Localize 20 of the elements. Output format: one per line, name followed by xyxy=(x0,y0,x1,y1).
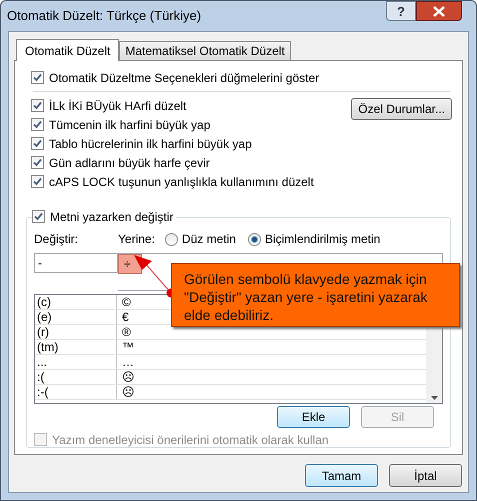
table-cell: (tm) xyxy=(35,340,117,354)
table-cell: (r) xyxy=(35,325,117,339)
table-cell: :( xyxy=(35,370,117,384)
field-value: - xyxy=(38,255,42,272)
callout-tooltip: Görülen sembolü klavyede yazmak için "Değiştir" yazan yere - işaretini yazarak elde edebiliriz. xyxy=(171,263,460,327)
symbol-highlight: ÷ xyxy=(118,254,142,274)
table-cell-text: … xyxy=(121,355,134,369)
table-cell: (e) xyxy=(35,310,117,324)
table-cell: (c) xyxy=(35,295,117,309)
with-label: Yerine: xyxy=(118,231,155,248)
table-cell-text: ☹ xyxy=(121,385,135,399)
table-cell: ... xyxy=(35,355,117,369)
table-cell-text: ™ xyxy=(121,340,134,354)
table-cell: :-( xyxy=(35,385,117,399)
table-cell-text: ☹ xyxy=(121,370,135,384)
table-cell-text: ® xyxy=(121,325,131,339)
table-cell-text: € xyxy=(121,310,129,324)
table-cell-text: © xyxy=(121,295,131,309)
replace-label: Değiştir: xyxy=(34,231,80,248)
window-title: Otomatik Düzelt: Türkçe (Türkiye) xyxy=(7,7,202,26)
